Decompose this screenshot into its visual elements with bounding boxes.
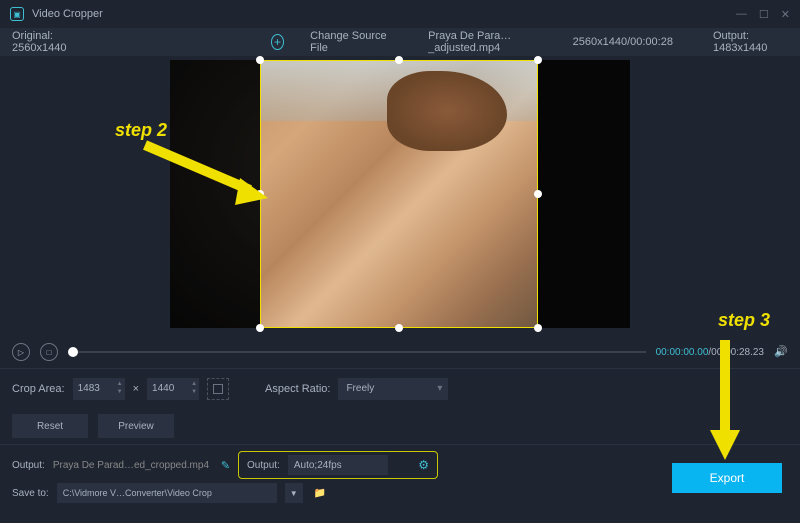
export-button[interactable]: Export bbox=[672, 463, 782, 493]
action-buttons-row: Reset Preview bbox=[0, 408, 800, 444]
aspect-ratio-select[interactable]: Freely bbox=[338, 378, 448, 400]
maximize-icon[interactable]: ☐ bbox=[759, 8, 769, 21]
crop-width-input[interactable]: 1483▲▼ bbox=[73, 378, 125, 400]
current-time: 00:00:00.00 bbox=[656, 347, 709, 358]
output-filename: Praya De Parad…ed_cropped.mp4 bbox=[53, 460, 213, 471]
add-file-icon[interactable]: + bbox=[271, 34, 284, 50]
browse-folder-icon[interactable]: 📁 bbox=[311, 483, 329, 503]
crop-handle[interactable] bbox=[534, 56, 542, 64]
aspect-ratio-label: Aspect Ratio: bbox=[265, 383, 330, 395]
crop-region[interactable] bbox=[260, 60, 538, 328]
center-crop-button[interactable] bbox=[207, 378, 229, 400]
app-title: Video Cropper bbox=[32, 8, 103, 20]
annotation-step2: step 2 bbox=[115, 120, 167, 141]
edit-filename-icon[interactable]: ✎ bbox=[221, 459, 230, 472]
window-controls: — ☐ ✕ bbox=[736, 8, 790, 21]
gear-icon[interactable]: ⚙ bbox=[418, 458, 429, 472]
play-button[interactable]: ▷ bbox=[12, 343, 30, 361]
titlebar: ▣ Video Cropper — ☐ ✕ bbox=[0, 0, 800, 28]
minimize-icon[interactable]: — bbox=[736, 8, 747, 21]
app-logo-icon: ▣ bbox=[10, 7, 24, 21]
close-icon[interactable]: ✕ bbox=[781, 8, 790, 21]
annotation-step3: step 3 bbox=[718, 310, 770, 331]
change-source-button[interactable]: Change Source File bbox=[310, 30, 388, 54]
crop-handle[interactable] bbox=[534, 324, 542, 332]
progress-slider[interactable] bbox=[68, 351, 646, 353]
crop-handle[interactable] bbox=[256, 56, 264, 64]
save-path-field[interactable]: C:\Vidmore V…Converter\Video Crop bbox=[57, 483, 277, 503]
source-resolution-duration: 2560x1440/00:00:28 bbox=[573, 36, 673, 48]
output-dimensions: Output: 1483x1440 bbox=[713, 30, 788, 54]
path-dropdown-icon[interactable]: ▼ bbox=[285, 483, 303, 503]
crop-handle[interactable] bbox=[395, 324, 403, 332]
transport-bar: ▷ □ 00:00:00.00/00:00:28.23 🔊 bbox=[0, 336, 800, 368]
arrow-icon bbox=[140, 140, 270, 210]
output-format-label: Output: bbox=[247, 460, 280, 471]
stop-button[interactable]: □ bbox=[40, 343, 58, 361]
output-format-box: Output: Auto;24fps ⚙ bbox=[238, 451, 438, 479]
crop-area-label: Crop Area: bbox=[12, 383, 65, 395]
crop-settings-row: Crop Area: 1483▲▼ × 1440▲▼ Aspect Ratio:… bbox=[0, 368, 800, 408]
times-label: × bbox=[133, 383, 139, 395]
preview-area bbox=[0, 56, 800, 336]
crop-height-input[interactable]: 1440▲▼ bbox=[147, 378, 199, 400]
output-filename-label: Output: bbox=[12, 460, 45, 471]
volume-icon[interactable]: 🔊 bbox=[774, 345, 788, 359]
current-filename: Praya De Para…_adjusted.mp4 bbox=[428, 30, 553, 54]
output-format-value[interactable]: Auto;24fps bbox=[288, 455, 388, 475]
preview-button[interactable]: Preview bbox=[98, 414, 174, 438]
original-dimensions: Original: 2560x1440 bbox=[12, 30, 91, 54]
info-bar: Original: 2560x1440 + Change Source File… bbox=[0, 28, 800, 56]
crop-handle[interactable] bbox=[534, 190, 542, 198]
crop-handle[interactable] bbox=[256, 324, 264, 332]
arrow-icon bbox=[705, 335, 745, 465]
save-to-label: Save to: bbox=[12, 488, 49, 499]
crop-handle[interactable] bbox=[395, 56, 403, 64]
reset-button[interactable]: Reset bbox=[12, 414, 88, 438]
